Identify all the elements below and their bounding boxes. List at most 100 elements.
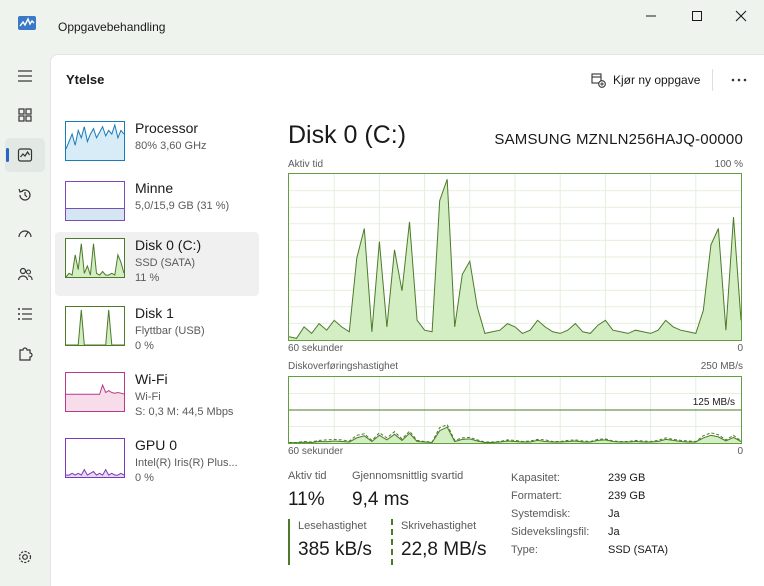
nav-app-history[interactable] <box>5 178 45 212</box>
processes-icon <box>18 108 32 122</box>
more-icon <box>731 78 747 82</box>
resource-name: Processor <box>135 120 199 136</box>
resource-detail: 80% 3,60 GHz <box>135 140 207 152</box>
list-icon <box>18 308 32 320</box>
capacity-label: Kapasitet: <box>511 472 560 484</box>
hamburger-icon <box>18 70 32 82</box>
thumbnail-frame <box>65 438 125 478</box>
active-time-stat-value: 11% <box>288 489 325 510</box>
resource-usage: 11 % <box>135 272 160 284</box>
resource-wifi[interactable]: Wi-Fi Wi-Fi S: 0,3 M: 44,5 Mbps <box>55 366 259 430</box>
type-value: SSD (SATA) <box>608 544 669 556</box>
transfer-rate-chart-mid: 125 MB/s <box>690 397 737 408</box>
transfer-rate-chart-max: 250 MB/s <box>700 361 743 372</box>
puzzle-icon <box>19 347 33 361</box>
resource-usage: 0 % <box>135 472 154 484</box>
active-time-chart-x-left: 60 sekunder <box>288 343 344 354</box>
performance-icon <box>17 148 33 162</box>
thumbnail-area <box>66 208 124 220</box>
processor-thumbnail <box>65 121 125 161</box>
resource-name: Disk 0 (C:) <box>135 237 202 253</box>
page-file-label: Sidevekslingsfil: <box>511 526 590 538</box>
write-speed-label: Skrivehastighet <box>401 520 477 532</box>
page-title: Ytelse <box>66 72 105 87</box>
nav-settings[interactable] <box>5 540 45 574</box>
type-label: Type: <box>511 544 538 556</box>
thumbnail-frame <box>65 306 125 346</box>
response-time-label: Gjennomsnittlig svartid <box>352 470 464 482</box>
disk-0-thumbnail <box>65 238 125 278</box>
history-icon <box>18 188 31 201</box>
active-time-chart-max: 100 % <box>714 159 743 170</box>
transfer-rate-chart-x-left: 60 sekunder <box>288 446 344 457</box>
read-speed-value: 385 kB/s <box>298 539 372 560</box>
disk-detail-panel: Disk 0 (C:) SAMSUNG MZNLN256HAJQ-00000 A… <box>288 115 743 586</box>
main-content: Ytelse Kjør ny oppgave Processor 80% 3,6… <box>50 54 764 586</box>
resource-usage: 0 % <box>135 340 154 352</box>
nav-startup-apps[interactable] <box>5 217 45 251</box>
minimize-button[interactable] <box>628 4 674 28</box>
write-speed-block: Skrivehastighet 22,8 MB/s <box>391 519 487 565</box>
page-header: Ytelse Kjør ny oppgave <box>51 55 764 105</box>
transfer-rate-chart: 125 MB/s <box>288 376 742 444</box>
memory-thumbnail <box>65 181 125 221</box>
gear-icon <box>18 550 32 564</box>
write-speed-value: 22,8 MB/s <box>401 539 487 560</box>
active-time-chart-label: Aktiv tid <box>288 159 324 170</box>
disk-title: Disk 0 (C:) <box>288 121 407 149</box>
resource-detail: Wi-Fi <box>135 391 161 403</box>
resource-name: GPU 0 <box>135 437 178 453</box>
active-time-chart-svg <box>289 174 741 340</box>
resource-disk-1[interactable]: Disk 1 Flyttbar (USB) 0 % <box>55 300 259 364</box>
more-options-button[interactable] <box>725 68 753 92</box>
resource-disk-0[interactable]: Disk 0 (C:) SSD (SATA) 11 % <box>55 232 259 296</box>
disk-1-thumbnail <box>65 306 125 346</box>
run-new-task-label: Kjør ny oppgave <box>613 73 701 87</box>
task-manager-app-icon <box>18 16 36 30</box>
resource-detail: SSD (SATA) <box>135 257 196 269</box>
resource-gpu-0[interactable]: GPU 0 Intel(R) Iris(R) Plus... 0 % <box>55 432 259 496</box>
resource-processor[interactable]: Processor 80% 3,60 GHz <box>55 115 259 179</box>
disk-model: SAMSUNG MZNLN256HAJQ-00000 <box>494 131 743 148</box>
users-icon <box>17 267 33 281</box>
read-speed-block: Lesehastighet 385 kB/s <box>288 519 372 565</box>
transfer-rate-chart-svg <box>289 377 741 443</box>
nav-performance[interactable] <box>5 138 45 172</box>
resource-name: Wi-Fi <box>135 371 168 387</box>
gpu-thumbnail <box>65 438 125 478</box>
capacity-value: 239 GB <box>608 472 646 484</box>
system-disk-label: Systemdisk: <box>511 508 571 520</box>
system-disk-value: Ja <box>608 508 620 520</box>
active-time-chart <box>288 173 742 341</box>
hamburger-menu-button[interactable] <box>5 59 45 93</box>
response-time-value: 9,4 ms <box>352 489 410 510</box>
resource-detail: 5,0/15,9 GB (31 %) <box>135 200 230 212</box>
window-title: Oppgavebehandling <box>58 20 166 34</box>
navigation-rail <box>0 54 50 586</box>
maximize-button[interactable] <box>674 4 720 28</box>
nav-services[interactable] <box>5 337 45 371</box>
resource-name: Minne <box>135 180 174 196</box>
transfer-rate-chart-label: Diskoverføringshastighet <box>288 361 399 372</box>
formatted-value: 239 GB <box>608 490 646 502</box>
formatted-label: Formatert: <box>511 490 562 502</box>
nav-users[interactable] <box>5 257 45 291</box>
nav-processes[interactable] <box>5 98 45 132</box>
new-task-icon <box>591 72 606 88</box>
page-file-value: Ja <box>608 526 620 538</box>
speedometer-icon <box>18 230 32 238</box>
transfer-rate-chart-x-right: 0 <box>737 446 743 457</box>
active-time-stat-label: Aktiv tid <box>288 470 327 482</box>
resource-usage: S: 0,3 M: 44,5 Mbps <box>135 406 234 418</box>
header-separator <box>712 69 713 91</box>
run-new-task-button[interactable]: Kjør ny oppgave <box>587 67 704 93</box>
resource-detail: Flyttbar (USB) <box>135 325 205 337</box>
active-time-chart-x-right: 0 <box>737 343 743 354</box>
title-bar: Oppgavebehandling <box>0 0 764 54</box>
close-button[interactable] <box>718 4 764 28</box>
resource-memory[interactable]: Minne 5,0/15,9 GB (31 %) <box>55 175 259 239</box>
resource-detail: Intel(R) Iris(R) Plus... <box>135 457 238 469</box>
read-speed-label: Lesehastighet <box>298 520 367 532</box>
wifi-thumbnail <box>65 372 125 412</box>
nav-details[interactable] <box>5 297 45 331</box>
